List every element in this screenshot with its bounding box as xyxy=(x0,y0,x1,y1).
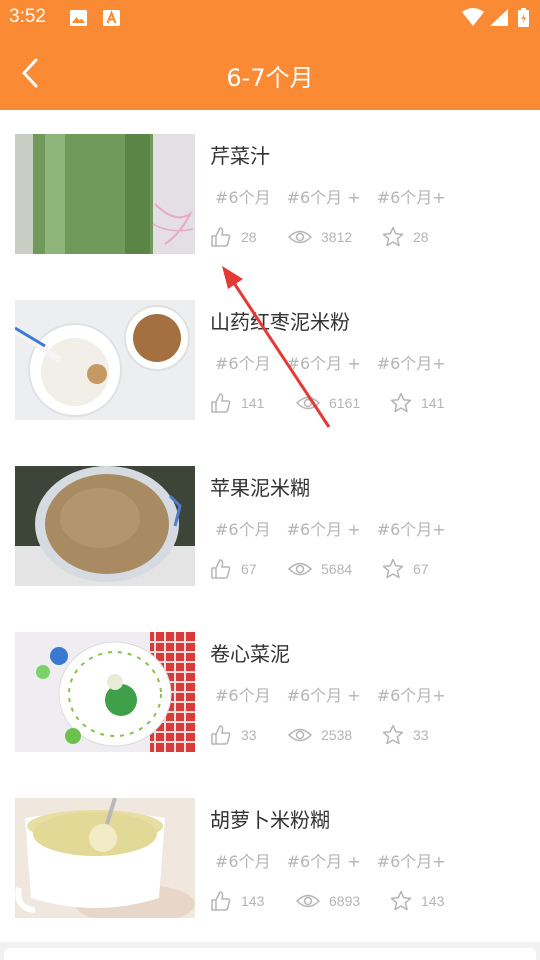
status-bar: 3:52 xyxy=(0,0,540,36)
star-icon xyxy=(382,558,404,579)
recipe-thumbnail xyxy=(15,632,195,752)
view-stat: 6161 xyxy=(296,390,360,416)
list-item-recipe[interactable]: 卷心菜泥 #6个月 #6个月 + #6个月+ 33 2538 33 xyxy=(0,608,540,774)
recipe-thumbnail xyxy=(15,466,195,586)
like-stat[interactable]: 67 xyxy=(210,556,257,582)
like-count: 67 xyxy=(241,561,257,577)
tag[interactable]: #6个月 xyxy=(215,686,271,705)
recipe-title: 山药红枣泥米粉 xyxy=(210,310,350,334)
favorite-stat[interactable]: 143 xyxy=(390,888,444,914)
list-item-recipe[interactable]: 胡萝卜米粉糊 #6个月 #6个月 + #6个月+ 143 6893 143 xyxy=(0,774,540,940)
signal-icon xyxy=(490,9,508,26)
tag[interactable]: #6个月 + xyxy=(287,354,361,373)
tag[interactable]: #6个月 + xyxy=(287,852,361,871)
favorite-count: 33 xyxy=(413,727,429,743)
tag[interactable]: #6个月+ xyxy=(377,686,446,705)
tag[interactable]: #6个月 xyxy=(215,188,271,207)
tag[interactable]: #6个月 + xyxy=(287,188,361,207)
tag[interactable]: #6个月 + xyxy=(287,520,361,539)
recipe-thumbnail xyxy=(15,134,195,254)
favorite-count: 28 xyxy=(413,229,429,245)
a-text-icon xyxy=(103,10,120,26)
star-icon xyxy=(390,890,412,911)
tag[interactable]: #6个月 xyxy=(215,520,271,539)
like-stat[interactable]: 33 xyxy=(210,722,257,748)
recipe-tags: #6个月 #6个月 + #6个月+ xyxy=(215,350,462,374)
battery-icon xyxy=(518,8,529,27)
status-time: 3:52 xyxy=(9,6,46,27)
image-icon xyxy=(70,10,87,26)
favorite-stat[interactable]: 67 xyxy=(382,556,429,582)
tag[interactable]: #6个月+ xyxy=(377,188,446,207)
star-icon xyxy=(382,226,404,247)
star-icon xyxy=(390,392,412,413)
recipe-tags: #6个月 #6个月 + #6个月+ xyxy=(215,682,462,706)
thumbs-up-icon xyxy=(211,227,231,247)
eye-icon xyxy=(296,894,320,908)
thumbs-up-icon xyxy=(211,891,231,911)
like-stat[interactable]: 141 xyxy=(210,390,264,416)
favorite-count: 143 xyxy=(421,893,445,909)
thumbs-up-icon xyxy=(211,393,231,413)
recipe-thumbnail xyxy=(15,300,195,420)
like-count: 141 xyxy=(241,395,265,411)
view-count: 3812 xyxy=(321,229,353,245)
view-stat: 2538 xyxy=(288,722,352,748)
eye-icon xyxy=(296,396,320,410)
list-item-recipe[interactable]: 苹果泥米糊 #6个月 #6个月 + #6个月+ 67 5684 67 xyxy=(0,442,540,608)
favorite-count: 141 xyxy=(421,395,445,411)
view-count: 2538 xyxy=(321,727,353,743)
next-card-edge xyxy=(4,948,536,960)
tag[interactable]: #6个月+ xyxy=(377,354,446,373)
tag[interactable]: #6个月+ xyxy=(377,852,446,871)
star-icon xyxy=(382,724,404,745)
view-stat: 5684 xyxy=(288,556,352,582)
tag[interactable]: #6个月 + xyxy=(287,686,361,705)
bottom-edge xyxy=(0,942,540,960)
wifi-icon xyxy=(462,8,484,26)
recipe-title: 芹菜汁 xyxy=(210,144,270,168)
favorite-stat[interactable]: 33 xyxy=(382,722,429,748)
favorite-stat[interactable]: 28 xyxy=(382,224,429,250)
tag[interactable]: #6个月+ xyxy=(377,520,446,539)
view-stat: 3812 xyxy=(288,224,352,250)
view-count: 6893 xyxy=(329,893,361,909)
recipe-title: 胡萝卜米粉糊 xyxy=(210,808,330,832)
tag[interactable]: #6个月 xyxy=(215,852,271,871)
eye-icon xyxy=(288,230,312,244)
view-count: 5684 xyxy=(321,561,353,577)
recipe-tags: #6个月 #6个月 + #6个月+ xyxy=(215,516,462,540)
view-stat: 6893 xyxy=(296,888,360,914)
tag[interactable]: #6个月 xyxy=(215,354,271,373)
like-count: 33 xyxy=(241,727,257,743)
eye-icon xyxy=(288,562,312,576)
favorite-count: 67 xyxy=(413,561,429,577)
page-title: 6-7个月 xyxy=(226,64,314,92)
thumbs-up-icon xyxy=(211,559,231,579)
recipe-title: 苹果泥米糊 xyxy=(210,476,310,500)
recipe-title: 卷心菜泥 xyxy=(210,642,290,666)
app-bar: 6-7个月 xyxy=(0,36,540,110)
list-item-recipe[interactable]: 山药红枣泥米粉 #6个月 #6个月 + #6个月+ 141 6161 141 xyxy=(0,276,540,442)
favorite-stat[interactable]: 141 xyxy=(390,390,444,416)
recipe-list: 芹菜汁 #6个月 #6个月 + #6个月+ 28 3812 28 山药红枣泥米粉… xyxy=(0,110,540,942)
like-stat[interactable]: 28 xyxy=(210,224,257,250)
like-count: 143 xyxy=(241,893,265,909)
view-count: 6161 xyxy=(329,395,361,411)
recipe-thumbnail xyxy=(15,798,195,918)
recipe-tags: #6个月 #6个月 + #6个月+ xyxy=(215,848,462,872)
eye-icon xyxy=(288,728,312,742)
like-count: 28 xyxy=(241,229,257,245)
thumbs-up-icon xyxy=(211,725,231,745)
list-item-recipe[interactable]: 芹菜汁 #6个月 #6个月 + #6个月+ 28 3812 28 xyxy=(0,110,540,276)
recipe-tags: #6个月 #6个月 + #6个月+ xyxy=(215,184,462,208)
like-stat[interactable]: 143 xyxy=(210,888,264,914)
